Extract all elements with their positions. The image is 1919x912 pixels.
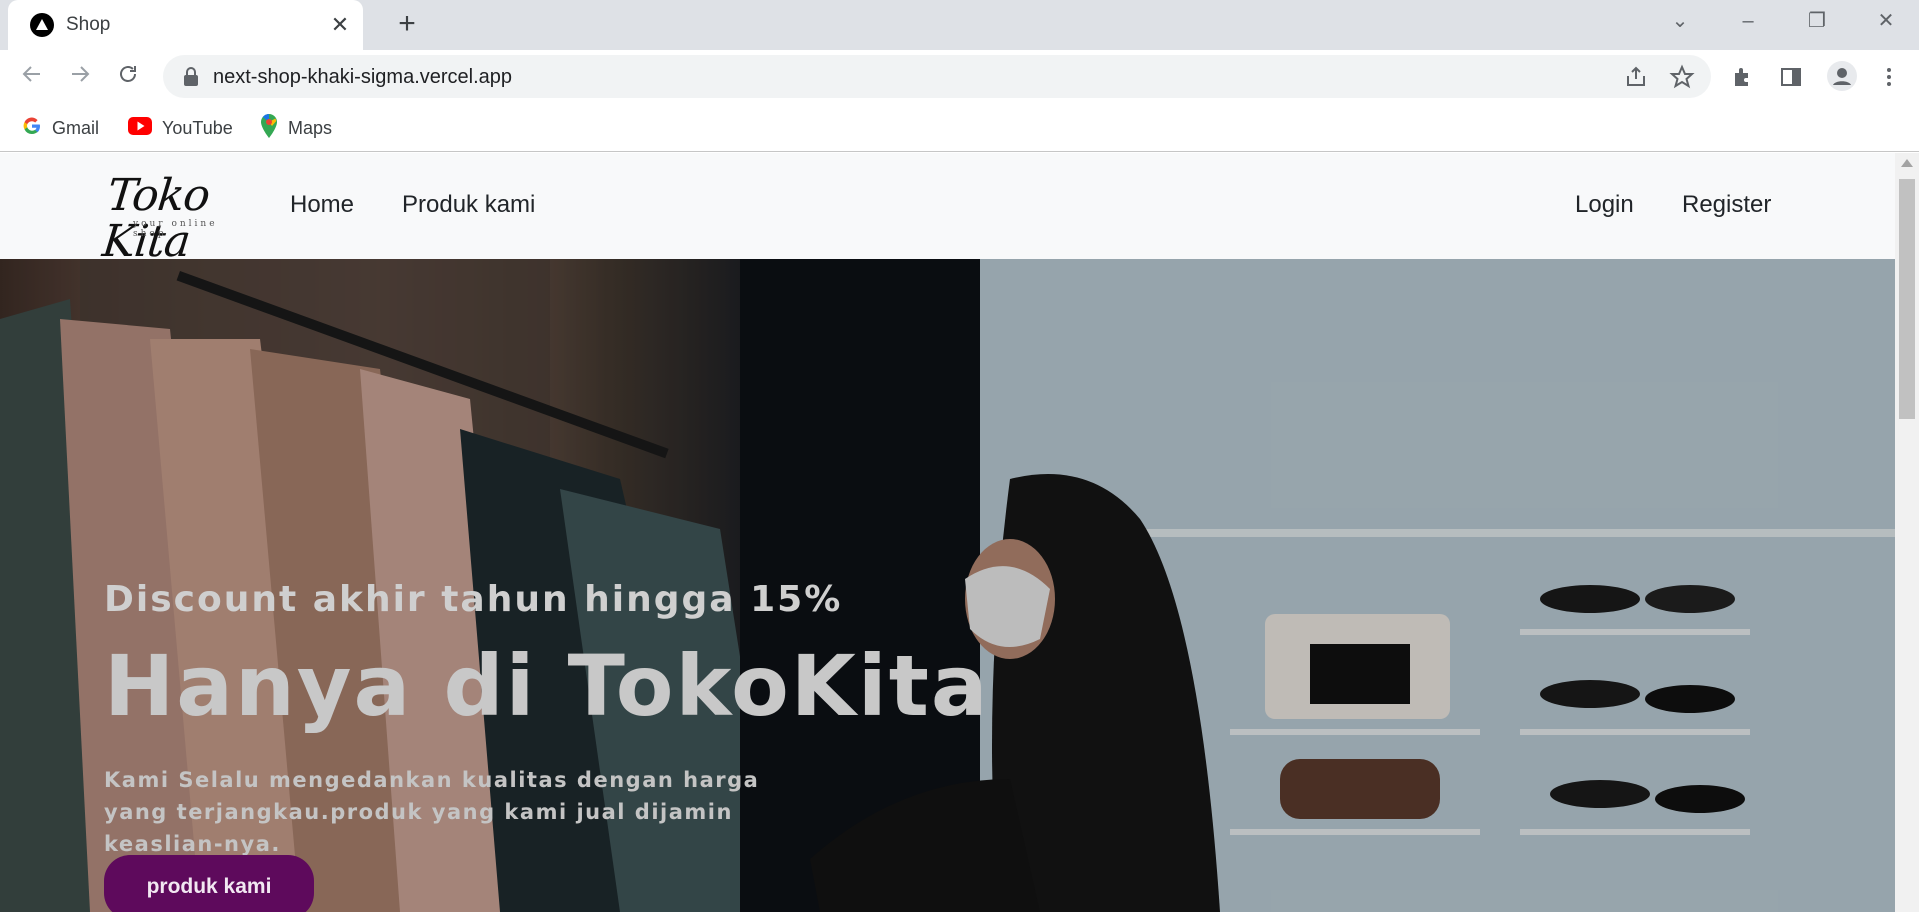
browser-tab[interactable]: Shop ✕	[8, 0, 363, 50]
bookmark-label: Maps	[288, 117, 333, 138]
nav-link-home[interactable]: Home	[290, 191, 354, 219]
side-panel-icon[interactable]	[1778, 64, 1804, 90]
bookmark-label: YouTube	[162, 117, 233, 138]
tab-search-icon[interactable]: ⌄	[1660, 6, 1700, 36]
site-navbar: Toko Kita your online shop Home Produk k…	[0, 153, 1895, 267]
profile-avatar-icon[interactable]	[1826, 60, 1858, 92]
nav-link-produk-kami[interactable]: Produk kami	[402, 191, 535, 219]
restore-button[interactable]: ❐	[1797, 6, 1837, 36]
hero-description: Kami Selalu mengedankan kualitas dengan …	[104, 768, 760, 856]
bookmark-youtube[interactable]: YouTube	[128, 114, 233, 142]
vercel-favicon-icon	[30, 13, 54, 37]
minimize-button[interactable]: –	[1728, 6, 1768, 36]
lock-icon[interactable]	[183, 67, 199, 92]
bookmarks-bar: Gmail YouTube Maps	[0, 104, 1919, 152]
scroll-up-icon[interactable]	[1901, 159, 1913, 167]
hero-eyebrow: Discount akhir tahun hingga 15%	[104, 579, 843, 620]
close-window-button[interactable]: ✕	[1866, 6, 1906, 36]
youtube-icon	[128, 116, 152, 140]
browser-tabstrip: Shop ✕ + ⌄ – ❐ ✕	[0, 0, 1919, 50]
logo-tagline: your online shop	[133, 219, 218, 239]
nav-link-login[interactable]: Login	[1575, 191, 1634, 219]
back-button[interactable]	[16, 62, 48, 94]
hero-banner: Discount akhir tahun hingga 15% Hanya di…	[0, 259, 1895, 912]
url-text[interactable]: next-shop-khaki-sigma.vercel.app	[213, 66, 512, 89]
google-icon	[22, 116, 42, 141]
browser-toolbar: next-shop-khaki-sigma.vercel.app	[0, 50, 1919, 104]
bookmark-maps[interactable]: Maps	[260, 113, 333, 143]
bookmark-label: Gmail	[52, 117, 100, 138]
tab-title: Shop	[66, 14, 111, 35]
maps-icon	[260, 113, 278, 143]
menu-kebab-icon[interactable]	[1876, 64, 1902, 90]
bookmark-star-icon[interactable]	[1669, 64, 1695, 90]
address-bar[interactable]: next-shop-khaki-sigma.vercel.app	[163, 55, 1711, 98]
reload-button[interactable]	[112, 62, 144, 94]
bookmark-gmail[interactable]: Gmail	[22, 114, 99, 142]
page-scrollbar[interactable]	[1895, 153, 1919, 912]
extensions-icon[interactable]	[1730, 64, 1756, 90]
web-page: Toko Kita your online shop Home Produk k…	[0, 153, 1895, 912]
scroll-thumb[interactable]	[1899, 179, 1915, 419]
tab-close-icon[interactable]: ✕	[327, 12, 353, 38]
hero-title: Hanya di TokoKita	[104, 637, 990, 735]
produk-kami-button[interactable]: produk kami	[104, 855, 314, 912]
nav-link-register[interactable]: Register	[1682, 191, 1771, 219]
forward-button[interactable]	[64, 62, 96, 94]
new-tab-button[interactable]: +	[392, 9, 422, 40]
share-icon[interactable]	[1623, 64, 1649, 90]
site-logo[interactable]: Toko Kita your online shop	[100, 170, 250, 267]
